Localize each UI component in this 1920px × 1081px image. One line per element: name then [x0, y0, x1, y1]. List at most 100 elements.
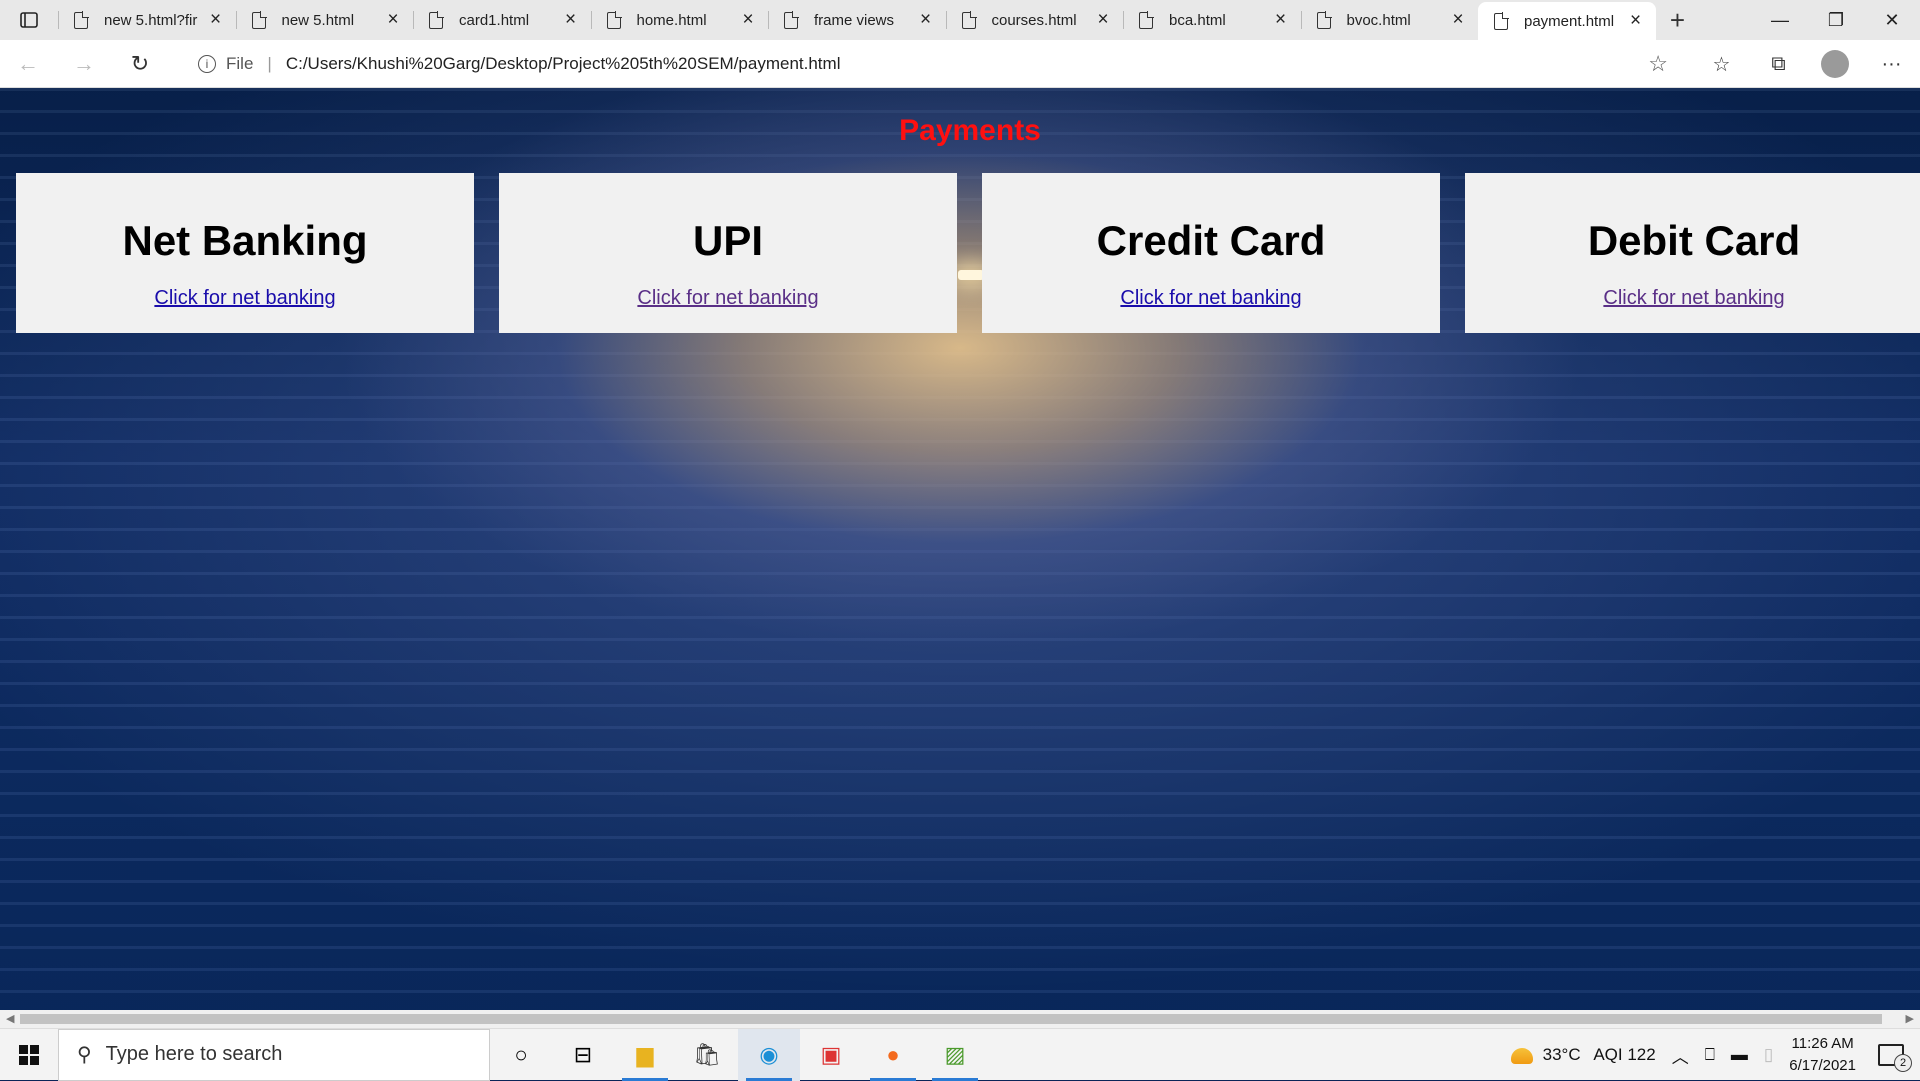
- favorites-button[interactable]: ☆: [1693, 40, 1750, 88]
- address-bar[interactable]: i File | C:/Users/Khushi%20Garg/Desktop/…: [182, 46, 1676, 82]
- app-button[interactable]: ▨: [924, 1029, 986, 1081]
- file-explorer-button[interactable]: ▆: [614, 1029, 676, 1081]
- scrollbar-thumb[interactable]: [20, 1014, 1882, 1024]
- weather-widget[interactable]: 33°C AQI 122: [1510, 1045, 1656, 1065]
- close-icon[interactable]: ×: [738, 9, 758, 31]
- tab-label: bvoc.html: [1346, 11, 1411, 29]
- debit-card-link[interactable]: Click for net banking: [1603, 287, 1784, 309]
- firefox-icon: ●: [886, 1041, 900, 1067]
- close-icon[interactable]: ×: [1271, 9, 1291, 31]
- close-icon[interactable]: ×: [1626, 10, 1646, 32]
- tab-bvoc[interactable]: bvoc.html ×: [1300, 0, 1479, 40]
- card-heading: Net Banking: [122, 217, 368, 264]
- close-icon[interactable]: ×: [561, 9, 581, 31]
- store-icon: 🛍: [693, 1041, 721, 1067]
- clock-time: 11:26 AM: [1791, 1035, 1854, 1052]
- tab-card1[interactable]: card1.html ×: [413, 0, 591, 40]
- collections-button[interactable]: ⧉: [1750, 40, 1807, 88]
- search-placeholder: Type here to search: [105, 1043, 283, 1065]
- new-tab-button[interactable]: +: [1656, 0, 1700, 40]
- close-icon[interactable]: ×: [383, 9, 403, 31]
- tab-new5[interactable]: new 5.html ×: [235, 0, 414, 40]
- tab-courses[interactable]: courses.html ×: [945, 0, 1124, 40]
- tab-frame-views[interactable]: frame views ×: [768, 0, 946, 40]
- card-net-banking: Net Banking Click for net banking: [16, 173, 474, 333]
- notifications-button[interactable]: 2: [1878, 1044, 1912, 1072]
- volume-status[interactable]: ▯: [1764, 1045, 1773, 1065]
- scroll-left-icon[interactable]: ◀: [6, 1012, 14, 1025]
- document-icon: [1139, 10, 1154, 29]
- search-icon: ⚲: [77, 1044, 92, 1066]
- net-banking-link[interactable]: Click for net banking: [154, 287, 335, 309]
- close-icon[interactable]: ×: [1093, 9, 1113, 31]
- close-window-button[interactable]: ✕: [1864, 0, 1920, 40]
- edge-icon: ◉: [759, 1041, 779, 1067]
- tab-label: card1.html: [459, 11, 530, 29]
- add-favorite-icon[interactable]: ☆: [1648, 51, 1668, 77]
- task-view-icon: ⊟: [573, 1041, 593, 1067]
- firefox-button[interactable]: ●: [862, 1029, 924, 1081]
- more-icon: ···: [1881, 52, 1902, 75]
- url-text[interactable]: C:/Users/Khushi%20Garg/Desktop/Project%2…: [286, 54, 841, 74]
- refresh-icon: ↻: [130, 50, 150, 76]
- tab-label: new 5.html?fir: [104, 11, 198, 29]
- minimize-button[interactable]: —: [1752, 0, 1808, 40]
- battery-icon: ▬: [1730, 1045, 1748, 1064]
- weather-icon: [1510, 1047, 1533, 1064]
- clock[interactable]: 11:26 AM 6/17/2021: [1789, 1033, 1856, 1077]
- forward-button[interactable]: →: [56, 40, 112, 88]
- arrow-right-icon: →: [73, 50, 95, 76]
- scroll-right-icon[interactable]: ▶: [1906, 1012, 1914, 1025]
- notification-count: 2: [1894, 1054, 1912, 1072]
- card-debit-card: Debit Card Click for net banking: [1465, 173, 1920, 333]
- edge-button[interactable]: ◉: [738, 1028, 800, 1081]
- arrow-left-icon: ←: [17, 50, 39, 76]
- close-icon[interactable]: ×: [916, 9, 936, 31]
- document-icon: [251, 10, 267, 29]
- network-icon: ⎕: [1704, 1045, 1715, 1064]
- task-view-button[interactable]: ⊟: [552, 1029, 614, 1081]
- credit-card-link[interactable]: Click for net banking: [1120, 287, 1301, 309]
- store-button[interactable]: 🛍: [676, 1029, 738, 1081]
- profile-avatar[interactable]: [1821, 50, 1849, 78]
- refresh-button[interactable]: ↻: [112, 40, 168, 88]
- browser-toolbar: ☆ ⧉ ···: [1693, 40, 1920, 88]
- back-button[interactable]: ←: [0, 40, 56, 88]
- gift-button[interactable]: ▣: [800, 1029, 862, 1081]
- system-tray: 33°C AQI 122 ︿ ⎕ ▬ ▯ 11:26 AM 6/17/2021 …: [1503, 1029, 1920, 1081]
- tab-new5-fir[interactable]: new 5.html?fir ×: [58, 0, 236, 40]
- tab-bca[interactable]: bca.html ×: [1123, 0, 1301, 40]
- tab-label: payment.html: [1524, 12, 1615, 30]
- divider: |: [267, 54, 272, 73]
- close-icon[interactable]: ×: [1448, 9, 1468, 31]
- tab-payment[interactable]: payment.html ×: [1478, 2, 1656, 40]
- page-content: Payments Net Banking Click for net banki…: [0, 88, 1920, 1010]
- folder-icon: ▆: [636, 1041, 654, 1067]
- taskbar-search[interactable]: ⚲ Type here to search: [58, 1028, 490, 1081]
- info-icon[interactable]: i: [198, 55, 216, 73]
- more-button[interactable]: ···: [1863, 40, 1920, 88]
- favorites-icon: ☆: [1712, 53, 1731, 76]
- close-icon[interactable]: ×: [206, 9, 226, 31]
- tab-home[interactable]: home.html ×: [590, 0, 769, 40]
- horizontal-scrollbar[interactable]: ◀ ▶: [0, 1010, 1920, 1028]
- payment-cards: Net Banking Click for net banking UPI Cl…: [16, 173, 1920, 333]
- start-button[interactable]: [0, 1029, 58, 1081]
- upi-link[interactable]: Click for net banking: [637, 287, 818, 309]
- network-status[interactable]: ⎕: [1705, 1045, 1715, 1065]
- cortana-button[interactable]: ○: [490, 1029, 552, 1081]
- show-hidden-icons-button[interactable]: ︿: [1672, 1043, 1689, 1068]
- tab-label: bca.html: [1169, 11, 1226, 29]
- chevron-up-icon: ︿: [1671, 1047, 1689, 1067]
- document-icon: [429, 10, 444, 29]
- scheme-label: File: [226, 54, 254, 73]
- tab-actions-button[interactable]: [0, 0, 58, 40]
- restore-button[interactable]: ❐: [1808, 0, 1864, 40]
- tab-bar: new 5.html?fir × new 5.html × card1.html × …: [0, 0, 1920, 40]
- card-heading: Debit Card: [1587, 217, 1801, 264]
- battery-status[interactable]: ▬: [1731, 1045, 1748, 1065]
- collections-icon: ⧉: [1771, 52, 1786, 75]
- gift-icon: ▣: [820, 1041, 842, 1067]
- card-heading: UPI: [692, 217, 763, 264]
- clock-date: 6/17/2021: [1789, 1057, 1856, 1074]
